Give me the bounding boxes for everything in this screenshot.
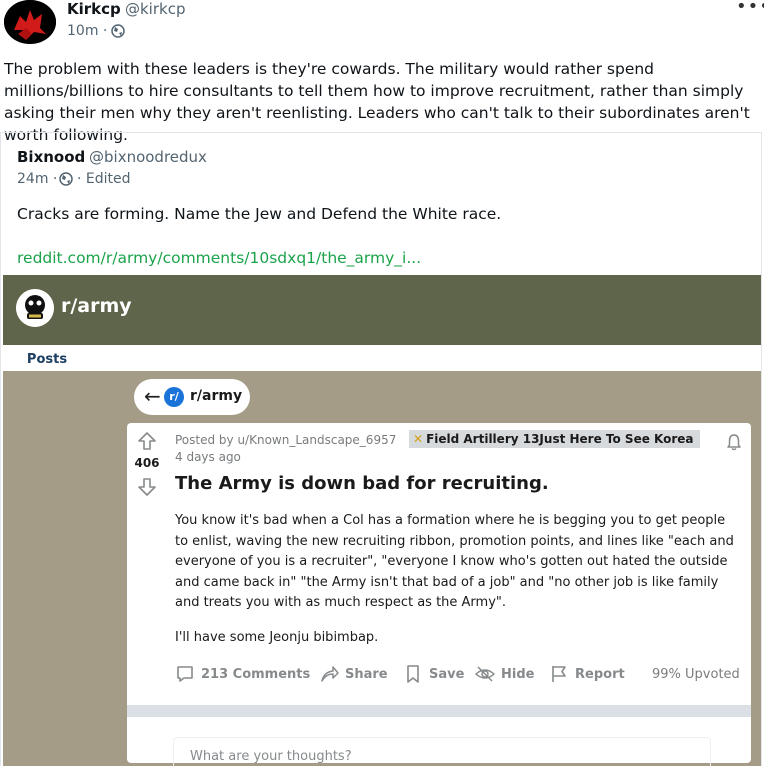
time-separator: · xyxy=(102,23,108,39)
flair-text: Field Artillery 13Just Here To See Korea xyxy=(426,432,694,446)
save-label: Save xyxy=(429,667,465,682)
post-time: 10m · xyxy=(67,23,107,39)
bell-icon[interactable] xyxy=(725,433,743,451)
bookmark-icon xyxy=(407,665,419,683)
vote-count: 406 xyxy=(134,456,160,470)
author-name[interactable]: Kirkcp xyxy=(67,0,121,18)
downvote-icon[interactable] xyxy=(137,477,157,497)
reddit-logo-icon: r/ xyxy=(164,387,184,407)
post-time-value: 10m xyxy=(67,23,99,39)
posted-by[interactable]: Posted by u/Known_Landscape_6957 xyxy=(175,433,396,447)
post-age: 4 days ago xyxy=(175,450,241,464)
post-actions: 213 Comments Share Save Hide Report 99% … xyxy=(175,663,745,687)
quoted-post[interactable]: Bixnood @bixnoodredux 24m · · Edited Cra… xyxy=(0,132,762,766)
upvote-ratio: 99% Upvoted xyxy=(652,667,740,682)
author-handle[interactable]: @kirkcp xyxy=(125,0,185,18)
post-title[interactable]: The Army is down bad for recruiting. xyxy=(175,473,549,494)
eye-slash-icon xyxy=(475,666,495,682)
hide-label: Hide xyxy=(501,667,535,682)
comment-icon xyxy=(177,666,193,682)
share-icon xyxy=(321,666,339,682)
subreddit-banner: r/army xyxy=(3,275,761,345)
back-arrow-icon: ← xyxy=(144,384,161,408)
back-pill-label: r/army xyxy=(190,388,243,404)
comment-input[interactable]: What are your thoughts? xyxy=(173,737,711,766)
upvote-icon[interactable] xyxy=(137,431,157,451)
edited-label: · Edited xyxy=(77,171,131,187)
quote-time: 24m · xyxy=(17,171,57,187)
comment-placeholder: What are your thoughts? xyxy=(190,749,352,764)
report-label: Report xyxy=(575,667,625,682)
reddit-post-card: 406 Posted by u/Known_Landscape_6957 ✕ Fi… xyxy=(127,423,751,766)
user-flair: ✕ Field Artillery 13Just Here To See Kore… xyxy=(409,430,700,448)
quote-author-name[interactable]: Bixnood xyxy=(17,148,85,166)
globe-icon xyxy=(111,24,125,38)
quote-author-handle[interactable]: @bixnoodredux xyxy=(89,148,207,166)
subreddit-icon xyxy=(16,289,54,327)
subreddit-name[interactable]: r/army xyxy=(61,295,132,317)
reddit-link[interactable]: reddit.com/r/army/comments/10sdxq1/the_a… xyxy=(17,249,421,267)
more-options-button[interactable]: ••• xyxy=(736,0,764,17)
quote-time-separator: · xyxy=(52,171,58,187)
post-body: You know it's bad when a Col has a forma… xyxy=(175,513,734,610)
flag-icon xyxy=(552,666,566,682)
author-avatar[interactable] xyxy=(4,0,56,44)
share-label: Share xyxy=(345,667,388,682)
divider-strip xyxy=(127,705,751,717)
reddit-screenshot: r/army Posts ← r/ r/army 406 Posted by u… xyxy=(3,275,761,766)
quote-time-value: 24m xyxy=(17,171,49,187)
post-body-closing: I'll have some Jeonju bibimbap. xyxy=(175,630,379,645)
globe-icon xyxy=(59,172,73,186)
quote-text: Cracks are forming. Name the Jew and Def… xyxy=(17,205,502,223)
back-to-subreddit-button[interactable]: ← r/ r/army xyxy=(134,379,250,415)
crossed-cannons-icon: ✕ xyxy=(413,432,424,446)
comments-label: 213 Comments xyxy=(201,667,311,682)
post-header: Kirkcp @kirkcp 10m · ••• xyxy=(0,0,764,50)
